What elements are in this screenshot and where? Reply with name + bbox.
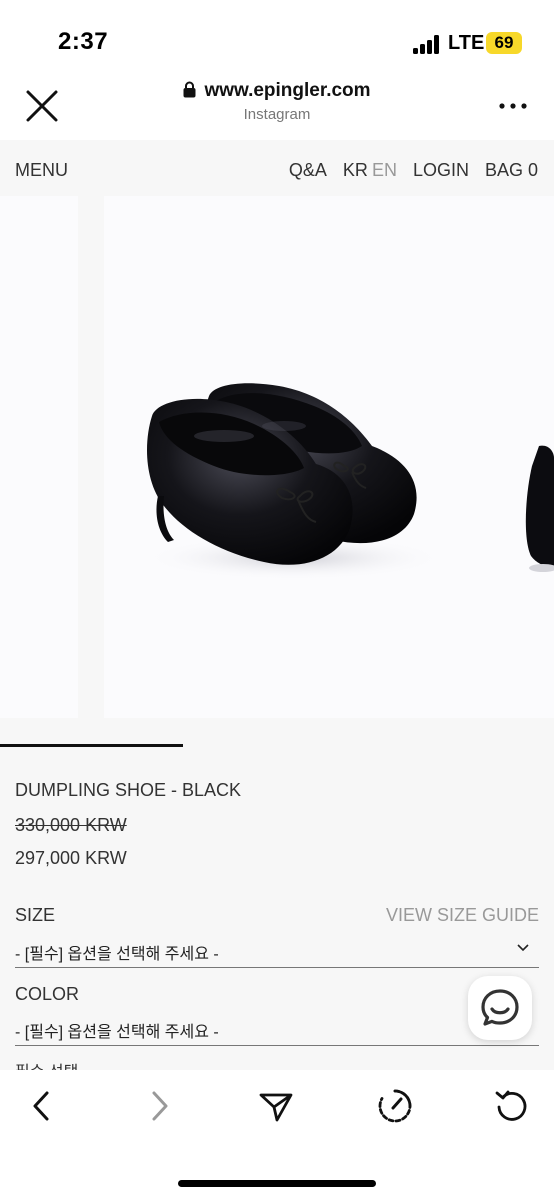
more-button[interactable] [498, 98, 528, 114]
forward-button[interactable] [141, 1088, 177, 1124]
chevron-right-icon [152, 1091, 168, 1121]
gallery-slide-previous[interactable] [0, 196, 78, 718]
send-icon [259, 1093, 293, 1122]
chat-button[interactable] [468, 976, 532, 1040]
url-display[interactable]: www.epingler.com Instagram [150, 80, 404, 123]
speed-button[interactable] [377, 1088, 413, 1124]
qa-link[interactable]: Q&A [289, 160, 327, 181]
speed-icon [378, 1089, 412, 1123]
url-source: Instagram [243, 106, 311, 123]
shoe-image-partial [477, 196, 554, 718]
partial-option-label: 필수 선택 [15, 1058, 78, 1070]
more-icon [499, 103, 527, 109]
color-label: COLOR [15, 984, 80, 1004]
size-select[interactable]: - [필수] 옵션을 선택해 주세요 - [15, 932, 539, 968]
share-button[interactable] [258, 1088, 294, 1124]
lock-icon [183, 81, 196, 98]
close-button[interactable] [24, 88, 60, 124]
lang-kr[interactable]: KR [343, 160, 368, 181]
gallery-progress [0, 744, 554, 747]
color-select[interactable]: - [필수] 옵션을 선택해 주세요 - [15, 1010, 539, 1046]
menu-link[interactable]: MENU [15, 160, 68, 181]
size-label: SIZE [15, 905, 56, 925]
product-name: DUMPLING SHOE - BLACK [15, 780, 242, 800]
reload-icon [495, 1090, 527, 1121]
original-price: 330,000 KRW [15, 815, 127, 835]
back-button[interactable] [24, 1088, 60, 1124]
url-text: www.epingler.com [204, 80, 371, 101]
shoe-image [104, 196, 477, 718]
color-select-value: - [필수] 옵션을 선택해 주세요 - [15, 1024, 219, 1041]
status-time: 2:37 [58, 28, 109, 55]
signal-icon [413, 34, 443, 54]
network-type: LTE [448, 32, 485, 54]
close-icon [26, 90, 58, 122]
chevron-left-icon [33, 1091, 49, 1121]
reload-button[interactable] [494, 1088, 530, 1124]
gallery-slide-current[interactable] [104, 196, 477, 718]
size-guide-link[interactable]: VIEW SIZE GUIDE [386, 905, 539, 926]
size-select-value: - [필수] 옵션을 선택해 주세요 - [15, 946, 219, 963]
battery-indicator: 69 [486, 32, 522, 54]
chat-icon [481, 989, 519, 1026]
home-indicator [178, 1180, 376, 1187]
gallery-progress-fill [0, 744, 183, 747]
browser-bar: www.epingler.com Instagram [0, 72, 554, 140]
gallery-slide-next[interactable] [477, 196, 554, 718]
product-gallery[interactable] [0, 196, 554, 718]
login-link[interactable]: LOGIN [413, 160, 469, 181]
status-bar: 2:37 LTE 69 [0, 0, 554, 72]
chevron-down-icon [517, 944, 529, 952]
shoe-image-partial [0, 196, 78, 718]
sale-price: 297,000 KRW [15, 848, 127, 868]
site-nav: MENU Q&A KR EN LOGIN BAG 0 [0, 140, 554, 196]
lang-en[interactable]: EN [372, 160, 397, 181]
bag-link[interactable]: BAG 0 [485, 160, 538, 181]
